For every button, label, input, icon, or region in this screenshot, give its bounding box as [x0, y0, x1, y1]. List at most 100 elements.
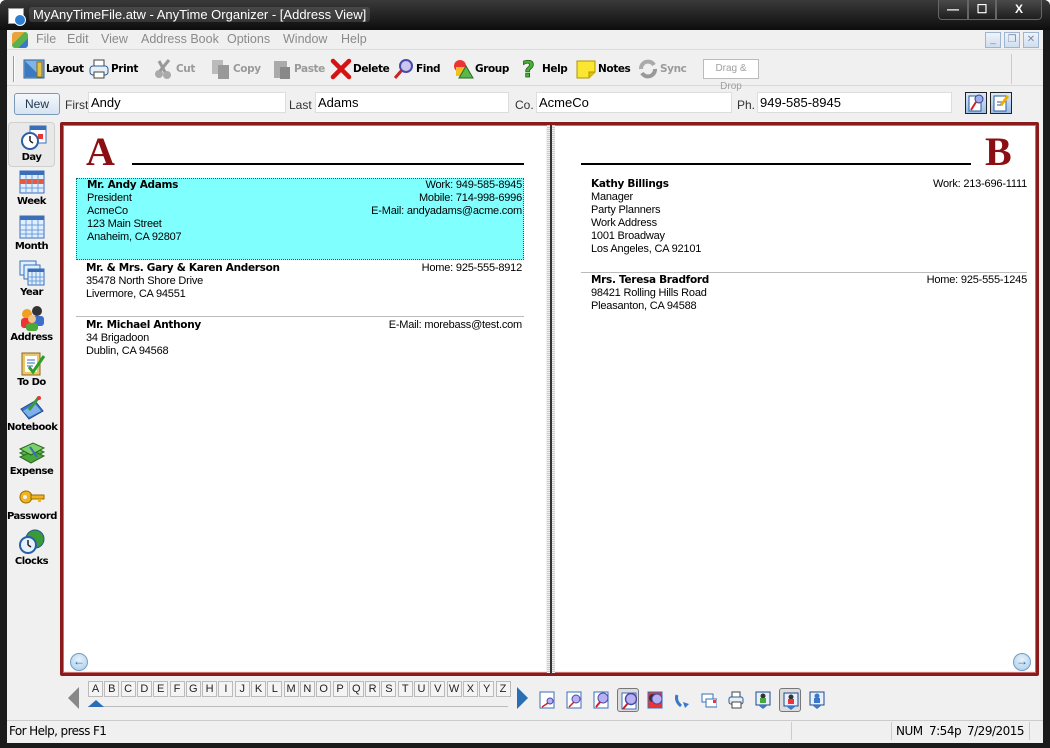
alpha-tab-j[interactable]: J — [234, 681, 250, 697]
view-medium-button[interactable] — [563, 688, 585, 712]
week-calendar-icon — [19, 169, 45, 195]
contact-entry[interactable]: Kathy Billings Manager Party Planners Wo… — [581, 178, 1027, 260]
sidebar-item-expense[interactable]: Expense — [7, 437, 56, 482]
mdi-restore-button[interactable]: ❐ — [1004, 32, 1020, 48]
view-small-button[interactable] — [536, 688, 558, 712]
contact-entry[interactable]: Mrs. Teresa Bradford 98421 Rolling Hills… — [581, 274, 1027, 318]
menu-window[interactable]: Window — [283, 32, 327, 46]
sidebar-item-month[interactable]: Month — [7, 212, 56, 257]
maximize-button[interactable]: ☐ — [968, 0, 996, 20]
alphabet-slider-thumb[interactable] — [88, 700, 104, 707]
prev-page-button[interactable]: ← — [70, 653, 88, 671]
alpha-tab-d[interactable]: D — [136, 681, 152, 697]
app-icon[interactable] — [8, 8, 26, 26]
alpha-tab-i[interactable]: I — [218, 681, 234, 697]
view-detail-button[interactable] — [617, 688, 639, 712]
minimize-button[interactable]: — — [938, 0, 968, 20]
email-button[interactable] — [698, 688, 720, 712]
new-contact-button[interactable]: New — [14, 93, 60, 115]
print-envelope-button[interactable] — [725, 688, 747, 712]
sidebar-item-password[interactable]: Password — [7, 482, 57, 527]
scroll-left-arrow-icon[interactable] — [68, 687, 79, 709]
sort-green-button[interactable] — [752, 688, 774, 712]
drag-drop-target[interactable]: Drag & Drop — [703, 59, 759, 92]
document-icon[interactable] — [12, 32, 28, 48]
sync-button[interactable]: Sync — [637, 57, 687, 81]
alpha-tab-w[interactable]: W — [446, 681, 462, 697]
alpha-tab-o[interactable]: O — [316, 681, 332, 697]
sidebar-item-year[interactable]: Year — [7, 258, 56, 303]
sidebar-item-notebook[interactable]: Notebook — [7, 393, 58, 438]
sidebar-item-week[interactable]: Week — [7, 167, 56, 212]
toolbar-separator — [1011, 54, 1012, 84]
alpha-tab-f[interactable]: F — [169, 681, 185, 697]
alpha-tab-g[interactable]: G — [185, 681, 201, 697]
menu-options[interactable]: Options — [227, 32, 270, 46]
company-input[interactable] — [536, 92, 732, 113]
alpha-tab-r[interactable]: R — [365, 681, 381, 697]
contact-entry[interactable]: Mr. Michael Anthony 34 Brigadoon Dublin,… — [76, 319, 524, 363]
alpha-tab-h[interactable]: H — [202, 681, 218, 697]
menu-file[interactable]: File — [36, 32, 56, 46]
paste-icon — [271, 58, 293, 80]
alpha-tab-q[interactable]: Q — [348, 681, 364, 697]
notes-button[interactable]: Notes — [575, 57, 631, 81]
group-button[interactable]: Group — [452, 57, 509, 81]
alpha-tab-n[interactable]: N — [299, 681, 315, 697]
mdi-close-button[interactable]: ✕ — [1023, 32, 1039, 48]
alpha-tab-x[interactable]: X — [462, 681, 478, 697]
alpha-tab-a[interactable]: A — [88, 681, 103, 697]
toolbar-grip[interactable] — [13, 56, 15, 82]
alpha-tab-p[interactable]: P — [332, 681, 348, 697]
alpha-tab-m[interactable]: M — [283, 681, 299, 697]
first-name-input[interactable] — [88, 92, 286, 113]
phone-input[interactable] — [757, 92, 952, 113]
contact-entry[interactable]: Mr. & Mrs. Gary & Karen Anderson 35478 N… — [76, 262, 524, 306]
sidebar-item-clocks[interactable]: Clocks — [7, 527, 56, 572]
menu-view[interactable]: View — [101, 32, 128, 46]
resize-grip[interactable] — [1029, 722, 1043, 740]
view-photo-button[interactable] — [644, 688, 666, 712]
next-page-button[interactable]: → — [1013, 653, 1031, 671]
sidebar-item-address[interactable]: Address — [7, 303, 56, 348]
alpha-tab-v[interactable]: V — [430, 681, 446, 697]
alpha-tab-t[interactable]: T — [397, 681, 413, 697]
mdi-minimize-button[interactable]: _ — [985, 32, 1001, 48]
lookup-contact-icon[interactable] — [965, 92, 987, 114]
edit-contact-icon[interactable] — [990, 92, 1012, 114]
contact-entry[interactable]: Mr. Andy Adams President AcmeCo 123 Main… — [76, 178, 524, 260]
menu-address-book[interactable]: Address Book — [141, 32, 219, 46]
delete-button[interactable]: Delete — [330, 57, 390, 81]
find-button[interactable]: Find — [393, 57, 441, 81]
sidebar-item-day[interactable]: Day — [8, 122, 55, 167]
sort-blue-button[interactable] — [806, 688, 828, 712]
dial-phone-button[interactable] — [671, 688, 693, 712]
cut-button[interactable]: Cut — [153, 57, 195, 81]
alpha-tab-y[interactable]: Y — [479, 681, 495, 697]
print-button[interactable]: Print — [88, 57, 138, 81]
menu-help[interactable]: Help — [341, 32, 367, 46]
paste-button[interactable]: Paste — [271, 57, 325, 81]
alpha-tab-l[interactable]: L — [267, 681, 283, 697]
copy-button[interactable]: Copy — [210, 57, 261, 81]
layout-button[interactable]: Layout — [23, 57, 84, 81]
sidebar-item-todo[interactable]: To Do — [7, 348, 56, 393]
sidebar: Day Week Month Year Address To Do Notebo… — [7, 119, 58, 725]
alpha-tab-c[interactable]: C — [120, 681, 136, 697]
help-button[interactable]: ? Help — [519, 57, 568, 84]
alpha-tab-z[interactable]: Z — [495, 681, 511, 697]
sort-red-button[interactable] — [779, 688, 801, 712]
status-help-text: For Help, press F1 — [9, 724, 107, 738]
view-large-magnifier-icon — [593, 691, 609, 709]
alpha-tab-b[interactable]: B — [104, 681, 120, 697]
close-button[interactable]: X — [996, 0, 1042, 20]
alphabet-slider-track[interactable] — [88, 706, 508, 707]
last-name-input[interactable] — [315, 92, 509, 113]
alpha-tab-s[interactable]: S — [381, 681, 397, 697]
alpha-tab-k[interactable]: K — [251, 681, 266, 697]
view-large-button[interactable] — [590, 688, 612, 712]
scroll-right-arrow-icon[interactable] — [517, 687, 528, 709]
alpha-tab-u[interactable]: U — [414, 681, 429, 697]
menu-edit[interactable]: Edit — [67, 32, 89, 46]
alpha-tab-e[interactable]: E — [153, 681, 169, 697]
